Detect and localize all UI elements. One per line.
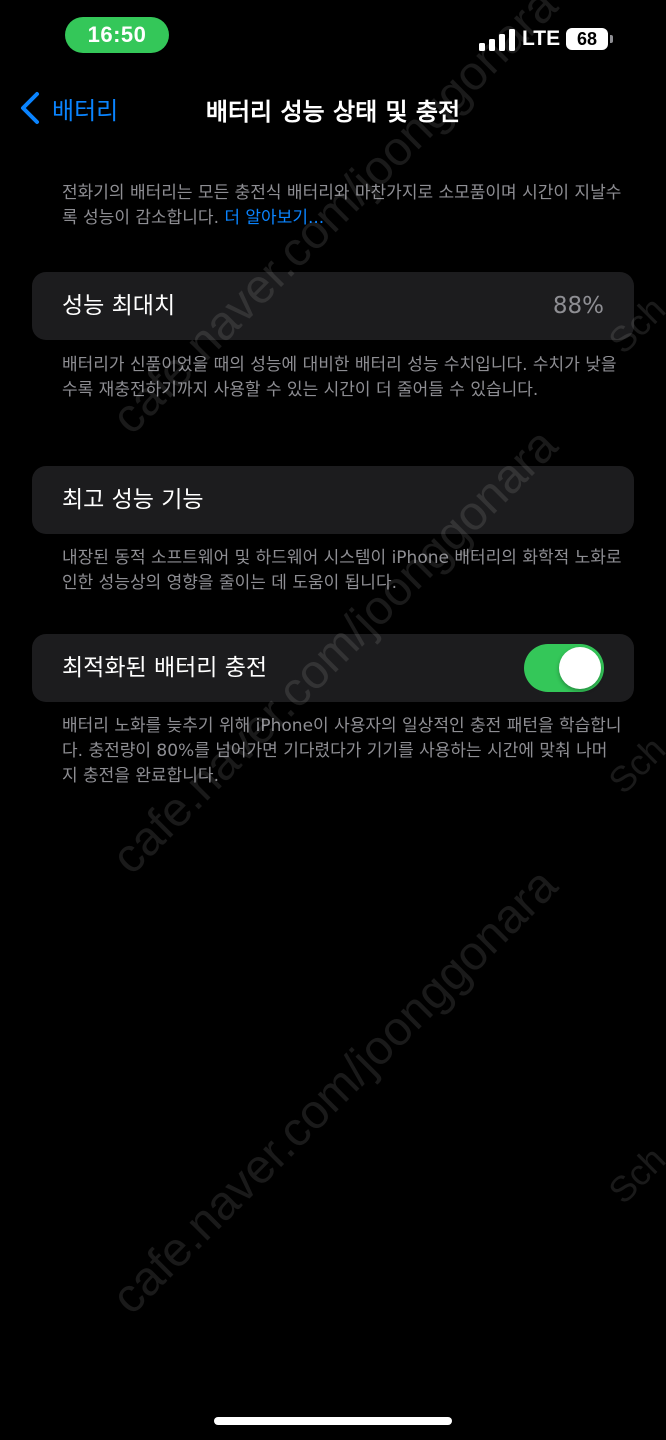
peak-performance-footer: 내장된 동적 소프트웨어 및 하드웨어 시스템이 iPhone 배터리의 화학적… (62, 548, 622, 593)
watermark-side: Sch (600, 1138, 666, 1212)
header-description-text: 전화기의 배터리는 모든 충전식 배터리와 마찬가지로 소모품이며 시간이 지날… (62, 183, 622, 228)
max-capacity-value: 88% (552, 293, 604, 319)
peak-performance-label: 최고 성능 기능 (62, 487, 204, 513)
cellular-signal-icon (479, 29, 515, 51)
battery-icon: 68 (566, 28, 608, 50)
max-capacity-label: 성능 최대치 (62, 293, 176, 319)
battery-cap (610, 35, 613, 43)
status-bar: 16:50 LTE 68 (0, 0, 666, 70)
page-title: 배터리 성능 상태 및 충전 (205, 98, 461, 126)
toggle-knob (559, 647, 601, 689)
optimized-charging-toggle[interactable] (524, 644, 604, 692)
optimized-charging-cell: 최적화된 배터리 충전 (32, 634, 634, 702)
max-capacity-footer: 배터리가 신품이었을 때의 성능에 대비한 배터리 성능 수치입니다. 수치가 … (62, 355, 617, 400)
navigation-bar: 배터리 배터리 성능 상태 및 충전 (0, 80, 666, 136)
battery-level: 68 (576, 29, 598, 49)
optimized-charging-label: 최적화된 배터리 충전 (62, 655, 268, 681)
learn-more-link[interactable]: 더 알아보기... (224, 208, 324, 228)
header-description: 전화기의 배터리는 모든 충전식 배터리와 마찬가지로 소모품이며 시간이 지날… (62, 181, 622, 231)
peak-performance-cell[interactable]: 최고 성능 기능 (32, 466, 634, 534)
time-pill[interactable]: 16:50 (65, 17, 169, 53)
home-indicator[interactable] (214, 1417, 452, 1425)
optimized-charging-footer: 배터리 노화를 늦추기 위해 iPhone이 사용자의 일상적인 충전 패턴을 … (62, 716, 622, 786)
network-type: LTE (522, 27, 561, 50)
max-capacity-cell: 성능 최대치 88% (32, 272, 634, 340)
watermark: cafe.naver.com/joonggonara (101, 858, 568, 1325)
